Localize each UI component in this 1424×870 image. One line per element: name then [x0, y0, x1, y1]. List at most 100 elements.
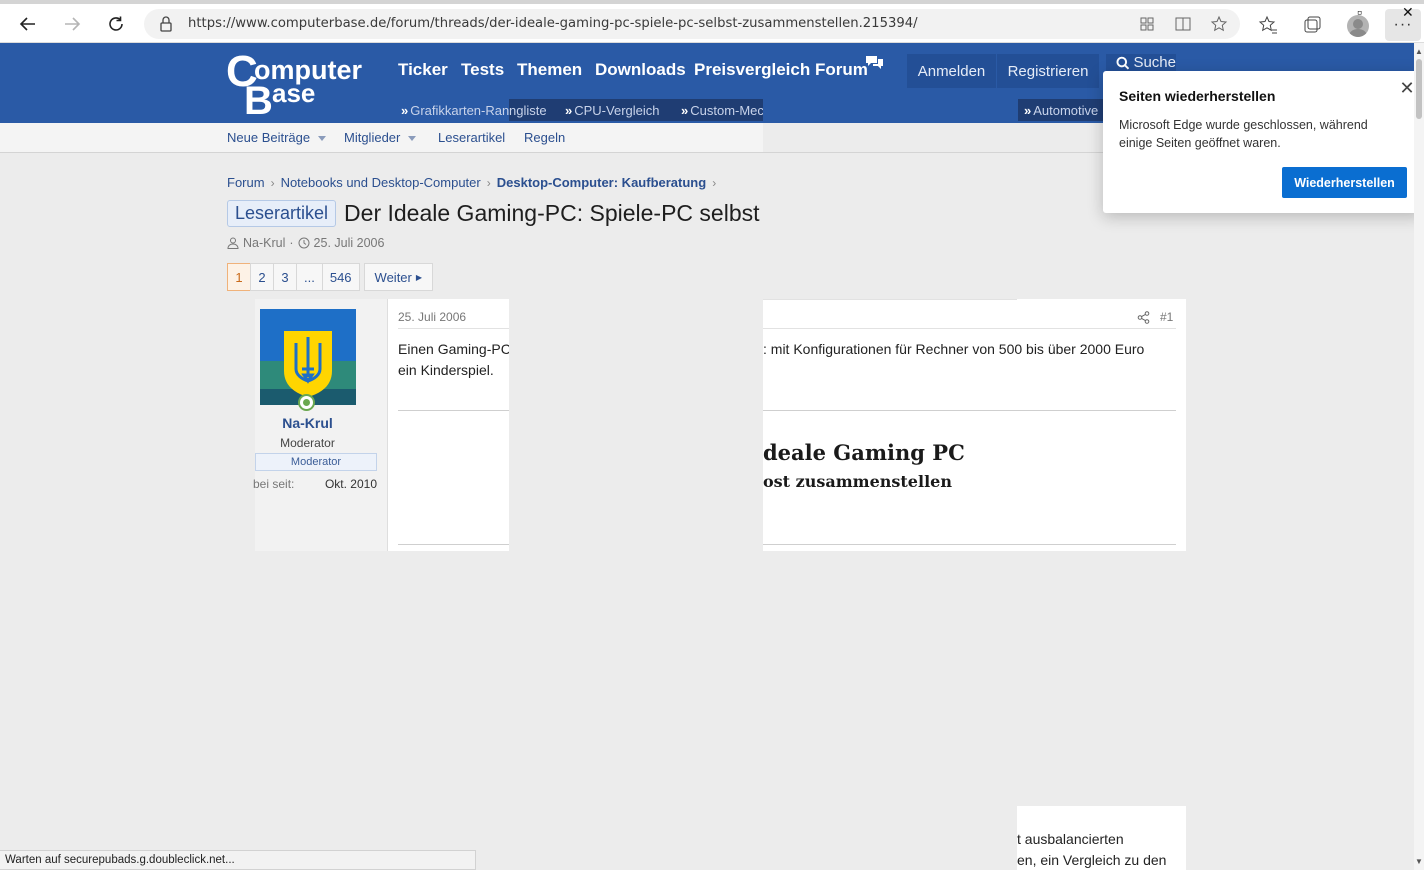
chevron-down-icon: [318, 136, 327, 142]
chevron-down-icon: [408, 136, 417, 142]
subnav-grafikkarten-overflow: ngliste: [509, 99, 563, 121]
online-status-icon: [298, 394, 315, 411]
login-button[interactable]: Anmelden: [907, 54, 996, 88]
page-1-button[interactable]: 1: [227, 263, 251, 291]
page-title: Der Ideale Gaming-PC: Spiele-PC selbst: [344, 200, 760, 226]
nav-themen[interactable]: Themen: [517, 60, 582, 80]
post-date[interactable]: 25. Juli 2006: [398, 310, 466, 324]
favorites-icon[interactable]: [1258, 15, 1278, 35]
arrow-left-icon: [19, 17, 35, 31]
post-content-fragment: #1 : mit Konfigurationen für Rechner von…: [763, 299, 1186, 551]
close-window-icon[interactable]: ✕: [1402, 4, 1414, 21]
post-text-line: ein Kinderspiel.: [398, 362, 494, 378]
thread-date[interactable]: 25. Juli 2006: [314, 236, 385, 250]
post-number[interactable]: #1: [1160, 310, 1173, 324]
user-badge: Moderator: [255, 453, 377, 471]
page-2-button[interactable]: 2: [250, 263, 274, 291]
nav-ticker[interactable]: Ticker: [398, 60, 448, 80]
collections-icon[interactable]: [1302, 15, 1322, 35]
register-button[interactable]: Registrieren: [997, 54, 1099, 88]
nav-members[interactable]: Mitglieder: [344, 130, 417, 145]
search-icon: [1116, 56, 1130, 69]
scroll-up-icon[interactable]: ▲: [1415, 47, 1423, 56]
post-text-line: : mit Konfigurationen für Rechner von 50…: [763, 341, 1145, 357]
forward-button[interactable]: [58, 10, 86, 38]
arrow-right-icon: [65, 17, 81, 31]
clock-icon: [298, 237, 310, 249]
search-button[interactable]: Suche: [1106, 54, 1176, 71]
back-button[interactable]: [14, 10, 42, 38]
subnav-marker: »: [1024, 102, 1032, 118]
next-page-button[interactable]: Weiter ▶: [363, 263, 434, 291]
apps-icon[interactable]: [1138, 15, 1156, 33]
breadcrumb-forum[interactable]: Forum: [227, 175, 265, 190]
nav-preisvergleich[interactable]: Preisvergleich: [694, 60, 810, 80]
nav-rules[interactable]: Regeln: [524, 130, 565, 145]
nav-new-posts-label: Neue Beiträge: [227, 130, 311, 145]
article-subheading: ost zusammenstellen: [763, 472, 952, 491]
subnav-label: Automotive: [1033, 102, 1099, 118]
thread-prefix-tag[interactable]: Leserartikel: [227, 200, 337, 227]
page-last-button[interactable]: 546: [321, 263, 360, 291]
reload-button[interactable]: [102, 10, 130, 38]
nav-forum[interactable]: Forum: [815, 60, 868, 80]
breadcrumb-kaufberatung[interactable]: Desktop-Computer: Kaufberatung: [497, 175, 706, 190]
browser-toolbar: https://www.computerbase.de/forum/thread…: [0, 0, 1424, 43]
breadcrumb-notebooks[interactable]: Notebooks und Desktop-Computer: [281, 175, 481, 190]
subnav-grafikkarten[interactable]: »Grafikkarten-Rangliste: [395, 99, 509, 121]
divider: [398, 544, 509, 545]
page-ellipsis-button[interactable]: ...: [296, 263, 323, 291]
post-text-line: t ausbalancierten: [1017, 831, 1124, 847]
next-page-label: Weiter: [374, 269, 412, 285]
register-label: Registrieren: [1007, 62, 1089, 80]
subnav-automotive[interactable]: » Automotive: [1018, 99, 1104, 121]
post-username[interactable]: Na-Krul: [255, 415, 360, 431]
scroll-thumb[interactable]: [1416, 59, 1422, 119]
page-scrollbar[interactable]: ▲ ▼: [1414, 43, 1424, 870]
subnav-label: Grafikkarten-Rangliste: [410, 102, 509, 118]
share-icon[interactable]: [1137, 311, 1150, 324]
nav-new-posts[interactable]: Neue Beiträge: [227, 130, 327, 145]
post-user-role: Moderator: [280, 436, 335, 450]
divider: [763, 299, 1017, 300]
divider: [763, 328, 1176, 329]
post-text-line: Einen Gaming-PC: [398, 341, 509, 357]
address-bar[interactable]: https://www.computerbase.de/forum/thread…: [144, 9, 1240, 39]
post-content-fragment: 25. Juli 2006 Einen Gaming-PC ein Kinder…: [388, 299, 509, 551]
divider: [398, 328, 509, 329]
computerbase-logo[interactable]: C omputer B ase: [226, 50, 376, 120]
nav-downloads[interactable]: Downloads: [595, 60, 686, 80]
subnav-cpu[interactable]: » CPU-Vergleich: [559, 99, 673, 121]
nav-members-label: Mitglieder: [344, 130, 401, 145]
popup-message: Microsoft Edge wurde geschlossen, währen…: [1119, 118, 1368, 150]
restore-button[interactable]: Wiederherstellen: [1282, 167, 1407, 198]
chevron-right-icon: ›: [712, 176, 717, 190]
meta-separator: ·: [289, 236, 294, 250]
nav-tests[interactable]: Tests: [461, 60, 504, 80]
thread-meta: Na-Krul · 25. Juli 2006: [227, 236, 384, 250]
user-icon: [227, 237, 239, 249]
nav-reader-articles[interactable]: Leserartikel: [438, 130, 505, 145]
logo-letter-b: B: [244, 79, 273, 120]
thread-author[interactable]: Na-Krul: [243, 236, 285, 250]
subnav-label: CPU-Vergleich: [574, 102, 660, 118]
popup-title: Seiten wiederherstellen: [1119, 88, 1276, 104]
add-favorite-icon[interactable]: [1210, 15, 1228, 33]
scroll-down-icon[interactable]: ▼: [1415, 857, 1423, 866]
divider: [398, 410, 509, 411]
pagination: 1 2 3 ... 546 Weiter ▶: [227, 263, 434, 291]
url-text[interactable]: https://www.computerbase.de/forum/thread…: [188, 16, 918, 31]
reader-view-icon[interactable]: [1174, 15, 1192, 33]
post-user-panel: Na-Krul Moderator Moderator bei seit: Ok…: [253, 299, 388, 551]
avatar[interactable]: [260, 309, 356, 405]
restore-pages-popup: Seiten wiederherstellen ✕ Microsoft Edge…: [1103, 71, 1423, 213]
post-content-fragment: t ausbalancierten en, ein Vergleich zu d…: [1017, 806, 1186, 870]
reload-icon: [109, 16, 123, 31]
article-heading: deale Gaming PC: [763, 440, 965, 465]
restore-window-icon[interactable]: ▫: [1357, 4, 1362, 20]
chevron-right-icon: ›: [270, 176, 275, 190]
logo-line2: ase: [272, 78, 315, 108]
subnav-custom[interactable]: » Custom-Mec: [675, 99, 763, 121]
chevron-right-icon: ›: [486, 176, 491, 190]
page-3-button[interactable]: 3: [273, 263, 297, 291]
